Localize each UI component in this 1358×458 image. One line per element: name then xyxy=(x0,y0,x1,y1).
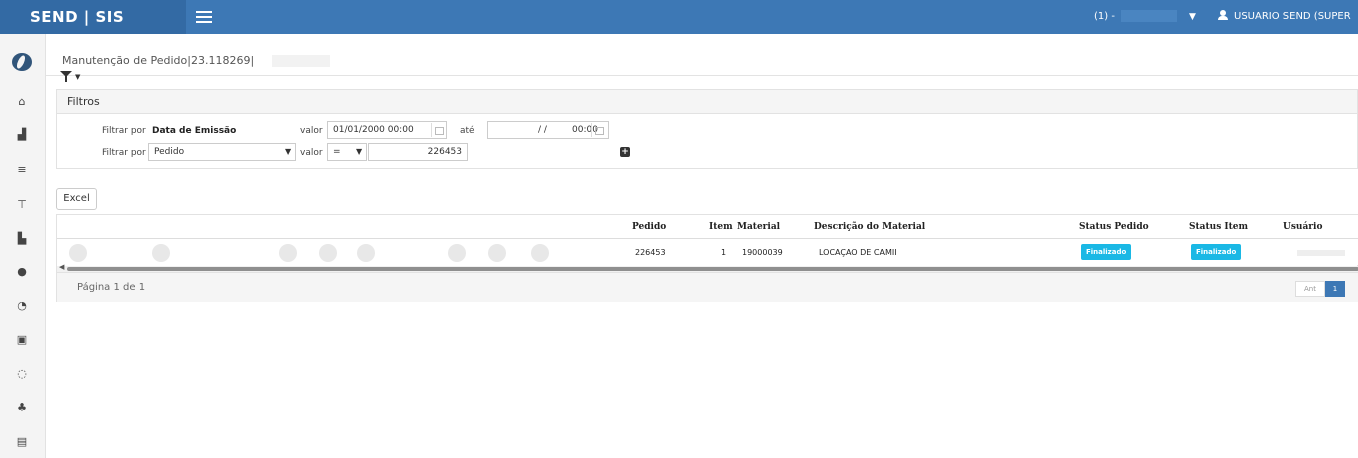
app-logo-icon[interactable] xyxy=(12,53,32,71)
clock-icon[interactable] xyxy=(488,244,506,262)
filters-header: Filtros xyxy=(57,90,1357,114)
money-icon[interactable]: ▣ xyxy=(14,333,30,347)
value-label-2: valor xyxy=(300,148,323,158)
page-title: Manutenção de Pedido|23.118269| xyxy=(62,54,255,67)
col-descricao-header[interactable]: Descrição do Material xyxy=(814,222,925,232)
list-icon[interactable]: ≡ xyxy=(14,163,30,177)
table-row[interactable]: 226453 1 19000039 LOCAÇAO DE CAMII Final… xyxy=(57,239,1358,265)
excel-export-button[interactable]: Excel xyxy=(56,188,97,210)
title-redacted xyxy=(272,55,330,67)
scrollbar-thumb[interactable] xyxy=(67,267,1358,271)
company-name-redacted xyxy=(1120,10,1177,22)
scroll-left-icon[interactable]: ◀ xyxy=(59,263,64,271)
status-badge: Finalizado xyxy=(1191,244,1242,260)
cell-usuario-redacted xyxy=(1297,250,1345,256)
date-to-value: / / xyxy=(538,125,547,135)
col-status-pedido-header[interactable]: Status Pedido xyxy=(1079,222,1149,232)
value-label-1: valor xyxy=(300,126,323,136)
calendar-icon[interactable] xyxy=(591,123,605,137)
user-menu[interactable]: USUARIO SEND (SUPER xyxy=(1218,0,1351,34)
filter-field-select[interactable]: Pedido xyxy=(148,143,296,161)
menu-toggle-icon[interactable] xyxy=(196,11,212,23)
top-navbar: SEND | SIS (1) - ▼ USUARIO SEND (SUPER xyxy=(0,0,1358,34)
users-icon[interactable]: ♣ xyxy=(14,401,30,415)
page-header: Manutenção de Pedido|23.118269| xyxy=(46,34,1358,76)
chevron-down-icon: ▼ xyxy=(285,147,292,156)
cell-pedido: 226453 xyxy=(635,248,666,257)
cell-item: 1 xyxy=(721,248,727,257)
company-selector[interactable]: (1) - ▼ xyxy=(1094,0,1196,34)
sidebar: ⌂ ▟ ≡ ⊤ ▙ ● ◔ ▣ ◌ ♣ ▤ xyxy=(0,34,46,458)
filter-by-label-2: Filtrar por xyxy=(102,148,146,158)
col-item-header[interactable]: Item xyxy=(709,222,733,232)
col-material-header[interactable]: Material xyxy=(737,222,780,232)
brand-logo[interactable]: SEND | SIS xyxy=(0,0,186,34)
col-pedido-header[interactable]: Pedido xyxy=(632,222,666,232)
home-icon[interactable]: ⌂ xyxy=(14,95,30,109)
caret-down-icon[interactable]: ▼ xyxy=(75,73,80,81)
user-name: USUARIO SEND (SUPER xyxy=(1234,11,1351,22)
add-filter-button[interactable]: + xyxy=(620,147,630,157)
filter-icon[interactable] xyxy=(60,71,74,83)
document-icon[interactable] xyxy=(152,244,170,262)
cell-material: 19000039 xyxy=(742,248,783,257)
page-info: Página 1 de 1 xyxy=(77,282,146,293)
user-icon xyxy=(1218,10,1228,20)
filter-field-emission-date: Data de Emissão xyxy=(152,126,237,136)
col-status-item-header[interactable]: Status Item xyxy=(1189,222,1248,232)
chevron-down-icon: ▼ xyxy=(356,147,363,156)
col-usuario-header[interactable]: Usuário xyxy=(1283,222,1322,232)
database-icon[interactable]: ▤ xyxy=(14,435,30,449)
thumbs-up-icon[interactable]: ▙ xyxy=(14,232,30,246)
main-content: Manutenção de Pedido|23.118269| Filtros … xyxy=(46,34,1358,458)
filter-value-input[interactable]: 226453 xyxy=(368,143,468,161)
until-label: até xyxy=(460,126,475,136)
print-icon[interactable] xyxy=(357,244,375,262)
pager-bar: Página 1 de 1 Ant 1 xyxy=(57,272,1358,302)
status-badge: Finalizado xyxy=(1081,244,1132,260)
calendar-icon[interactable] xyxy=(431,123,445,137)
cart-icon[interactable]: ⊤ xyxy=(14,198,30,212)
cell-descricao: LOCAÇAO DE CAMII xyxy=(819,248,897,257)
calendar-icon[interactable] xyxy=(279,244,297,262)
view-icon[interactable] xyxy=(69,244,87,262)
prev-page-button[interactable]: Ant xyxy=(1295,281,1325,297)
thumbs-up-outline-icon[interactable]: ◔ xyxy=(14,299,30,313)
handshake-icon[interactable]: ◌ xyxy=(14,367,30,381)
factory-icon[interactable] xyxy=(319,244,337,262)
list-icon[interactable] xyxy=(448,244,466,262)
company-label: (1) - xyxy=(1094,11,1115,22)
grid-header: Pedido Item Material Descrição do Materi… xyxy=(57,215,1358,239)
history-icon[interactable] xyxy=(531,244,549,262)
date-from-input[interactable]: 01/01/2000 00:00 xyxy=(327,121,447,139)
chevron-down-icon: ▼ xyxy=(1188,12,1196,22)
page-1-button[interactable]: 1 xyxy=(1325,281,1345,297)
check-circle-icon[interactable]: ● xyxy=(14,265,30,279)
chart-icon[interactable]: ▟ xyxy=(14,128,30,142)
filter-by-label-1: Filtrar por xyxy=(102,126,146,136)
orders-grid: Pedido Item Material Descrição do Materi… xyxy=(56,214,1358,302)
